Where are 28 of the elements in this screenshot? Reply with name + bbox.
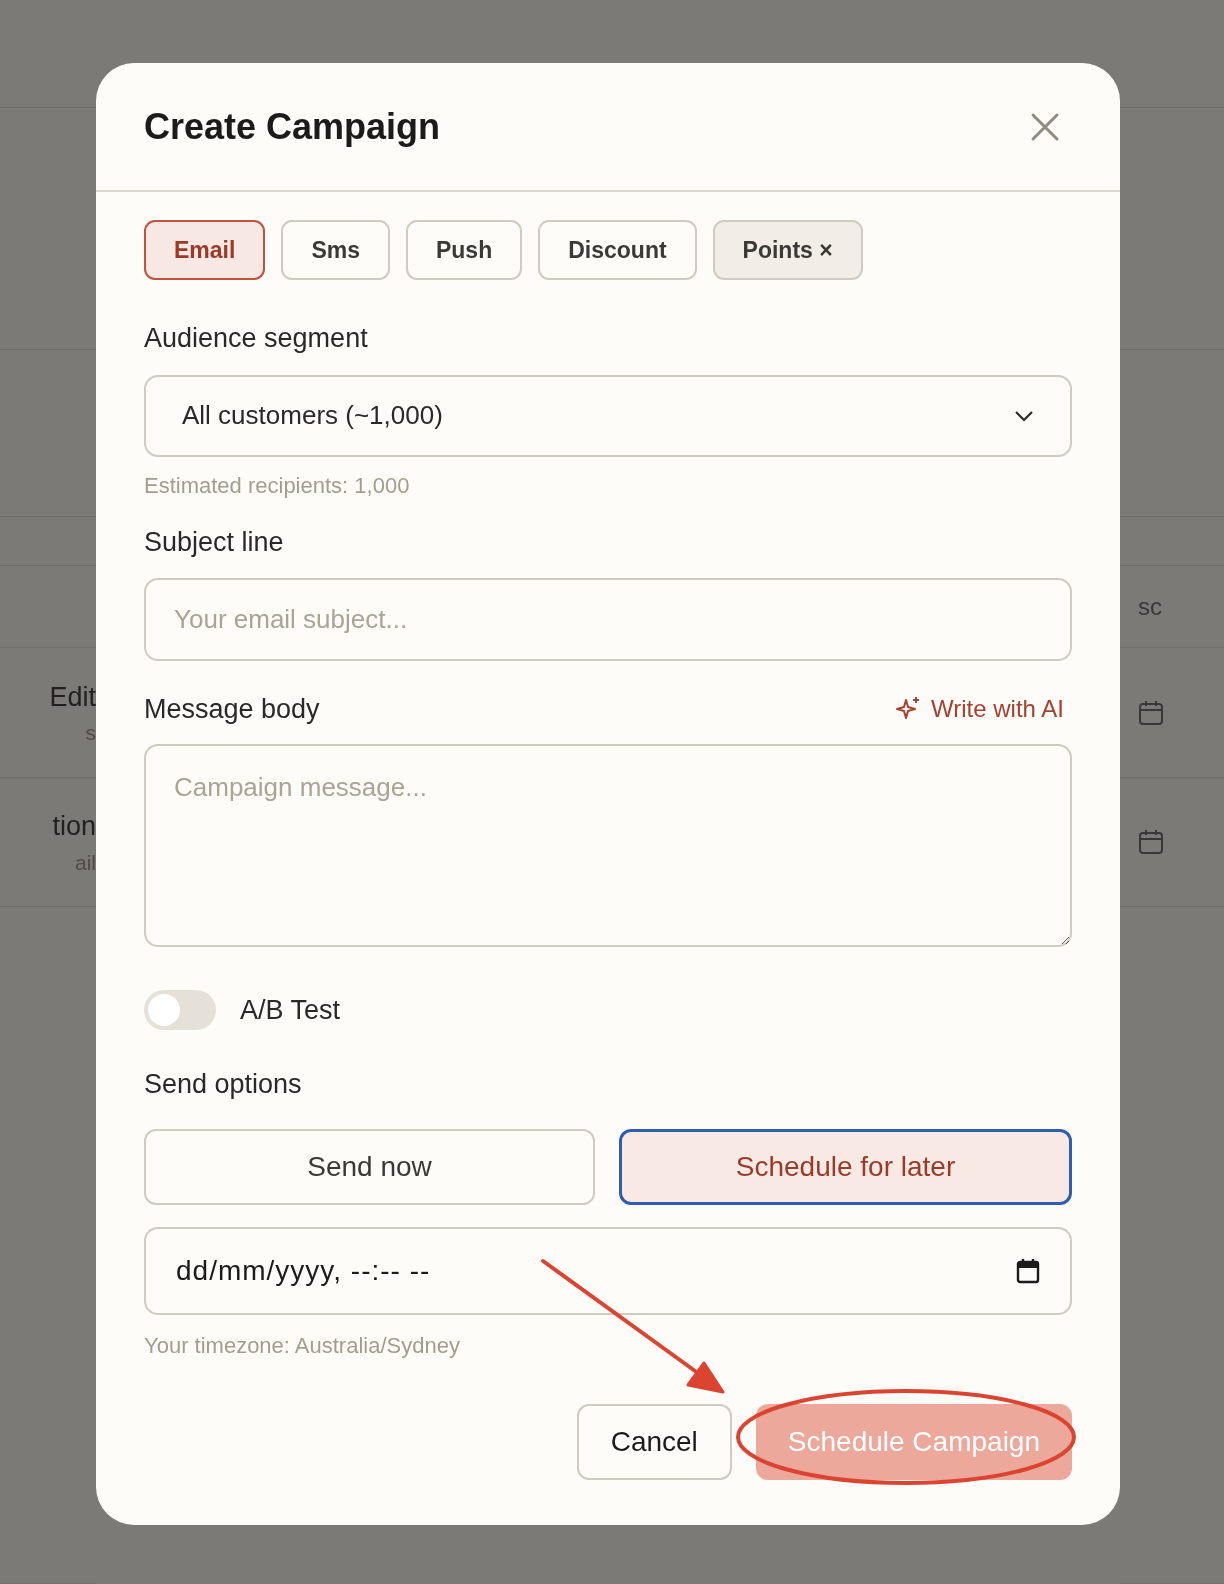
field-label: Send options [144,1068,303,1101]
audience-select[interactable]: All customers (~1,000) [144,374,1072,457]
column-header: sc [1138,591,1162,622]
campaign-type-chip[interactable]: Push [405,220,523,280]
campaign-type-chip[interactable]: Sms [281,220,390,280]
campaign-type-chip[interactable]: Points × [712,220,863,280]
calendar-icon [1016,1257,1040,1284]
write-with-ai-link[interactable]: Write with AI [895,691,1064,728]
field-label: Subject line [144,525,285,559]
close-icon [1030,111,1060,142]
help-text: Estimated recipients: 1,000 [144,471,411,500]
chevron-down-icon [1014,409,1034,422]
campaign-type-chip[interactable]: Email [144,220,266,280]
dialog-title: Create Campaign [144,104,441,149]
field-label: Message body [144,693,320,726]
date-time-input[interactable]: dd/mm/yyyy, --:-- -- [144,1226,1072,1315]
message-textarea[interactable]: Campaign message... [144,743,1072,947]
field-label: Audience segment [144,322,369,355]
send-option-button[interactable]: Schedule for later [619,1128,1072,1205]
campaign-type-chip[interactable]: Discount [538,220,697,280]
row-title: tion [52,810,96,843]
help-text: Your timezone: Australia/Sydney [144,1331,461,1360]
row-title: Edit [49,680,96,714]
toggle-switch[interactable] [144,989,216,1030]
subject-input[interactable]: Your email subject... [144,578,1072,661]
send-option-button[interactable]: Send now [144,1128,595,1205]
toggle-label: A/B Test [240,993,341,1027]
cancel-button[interactable]: Cancel [576,1403,732,1480]
